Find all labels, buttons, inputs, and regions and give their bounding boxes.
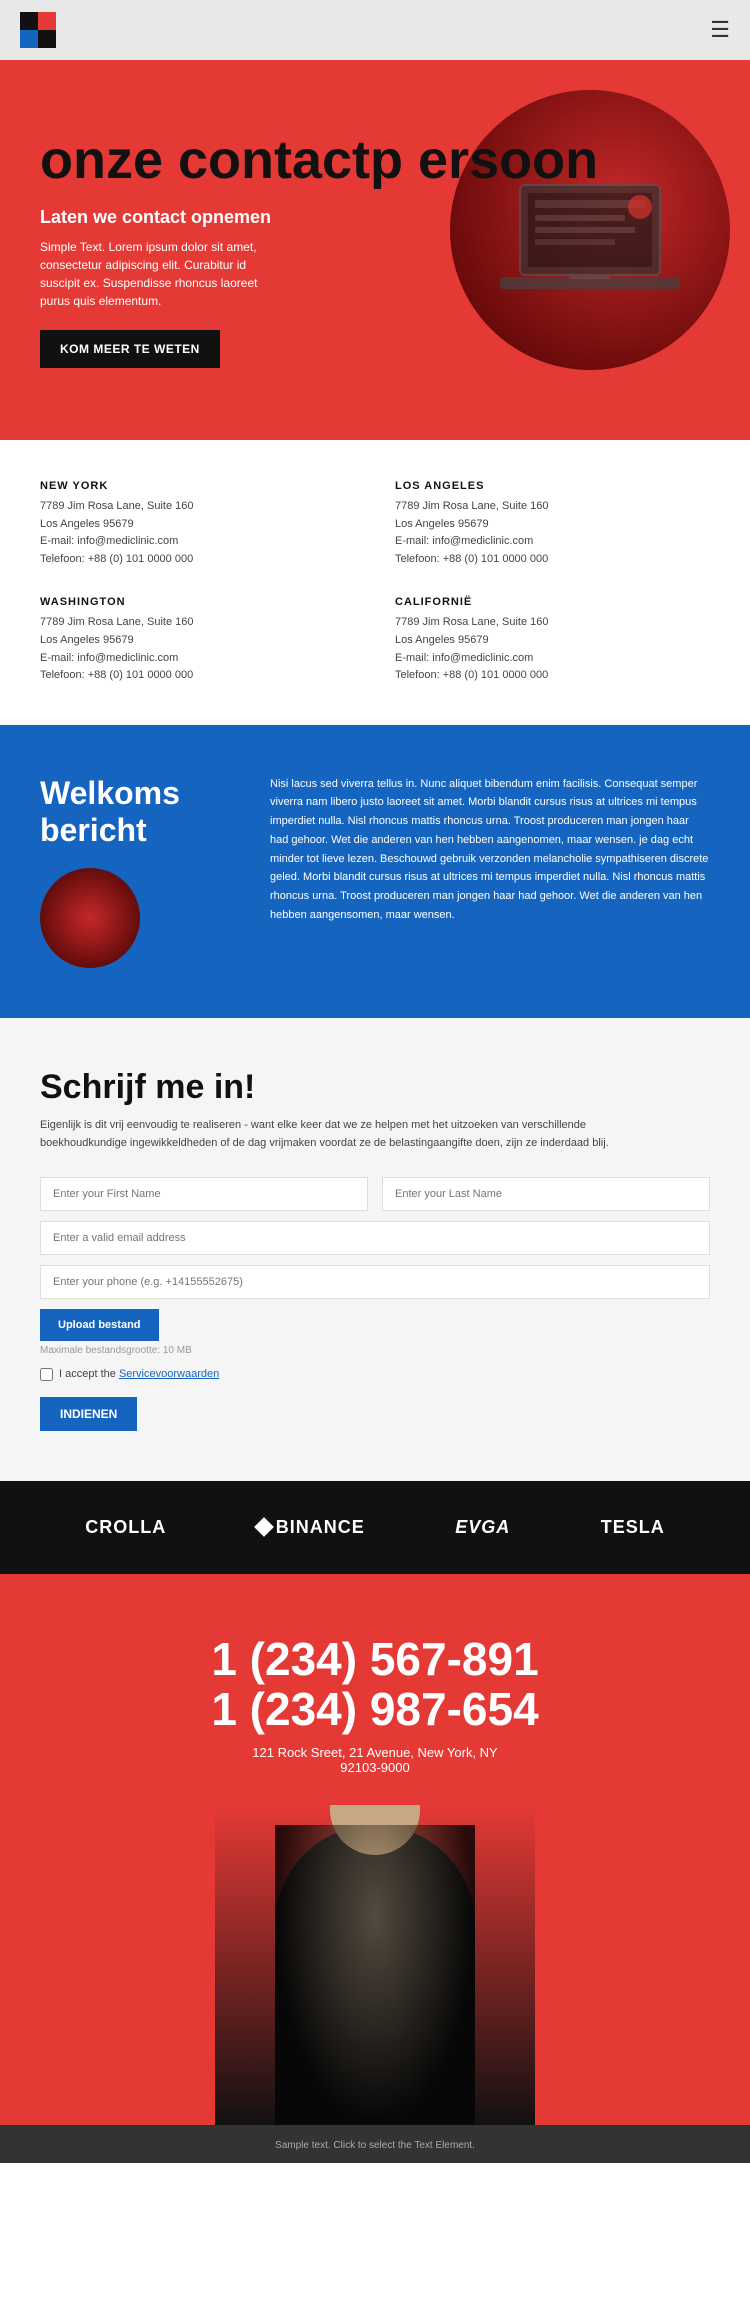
- cta-phone1: 1 (234) 567-891: [40, 1634, 710, 1685]
- signup-form-section: Schrijf me in! Eigenlijk is dit vrij een…: [0, 1018, 750, 1480]
- welcome-title: Welkoms bericht: [40, 775, 240, 849]
- hero-subtitle: Laten we contact opnemen: [40, 207, 710, 228]
- welcome-left: Welkoms bericht: [40, 775, 240, 969]
- brand-binance: BINANCE: [257, 1517, 365, 1538]
- terms-link[interactable]: Servicevoorwaarden: [119, 1368, 219, 1380]
- submit-button[interactable]: INDIENEN: [40, 1397, 137, 1431]
- locations-section: NEW YORK 7789 Jim Rosa Lane, Suite 160 L…: [0, 440, 750, 725]
- brand-tesla: TESLA: [601, 1517, 665, 1538]
- person-silhouette: [215, 1805, 535, 2125]
- brand-crolla: CROLLA: [85, 1517, 166, 1538]
- logo-tr: [38, 12, 56, 30]
- person-image: [215, 1805, 535, 2125]
- location-california: CALIFORNIË 7789 Jim Rosa Lane, Suite 160…: [395, 596, 710, 684]
- logo-br: [38, 30, 56, 48]
- person-face-overlay: [275, 1825, 475, 2125]
- person-body: [275, 1825, 475, 2125]
- hero-section: onze contactp ersoon Laten we contact op…: [0, 60, 750, 440]
- cta-phone2: 1 (234) 987-654: [40, 1684, 710, 1735]
- location-city: NEW YORK: [40, 480, 355, 492]
- last-name-input[interactable]: [382, 1177, 710, 1211]
- location-los-angeles: LOS ANGELES 7789 Jim Rosa Lane, Suite 16…: [395, 480, 710, 568]
- location-detail: 7789 Jim Rosa Lane, Suite 160 Los Angele…: [395, 498, 710, 568]
- brand-evga: EVGA: [455, 1517, 510, 1538]
- name-row: [40, 1177, 710, 1211]
- welcome-section: Welkoms bericht Nisi lacus sed viverra t…: [0, 725, 750, 1019]
- upload-button[interactable]: Upload bestand: [40, 1309, 159, 1341]
- footer: Sample text. Click to select the Text El…: [0, 2125, 750, 2163]
- location-city: WASHINGTON: [40, 596, 355, 608]
- brands-section: CROLLA BINANCE EVGA TESLA: [0, 1481, 750, 1574]
- hamburger-icon[interactable]: ☰: [710, 17, 730, 43]
- welcome-image-inner: [40, 868, 140, 968]
- location-detail: 7789 Jim Rosa Lane, Suite 160 Los Angele…: [40, 614, 355, 684]
- welcome-body: Nisi lacus sed viverra tellus in. Nunc a…: [270, 775, 710, 925]
- hero-description: Simple Text. Lorem ipsum dolor sit amet,…: [40, 238, 280, 310]
- terms-checkbox-row: I accept the Servicevoorwaarden: [40, 1368, 710, 1381]
- location-city: LOS ANGELES: [395, 480, 710, 492]
- cta-address: 121 Rock Sreet, 21 Avenue, New York, NY …: [40, 1745, 710, 1775]
- terms-label: I accept the Servicevoorwaarden: [59, 1368, 219, 1380]
- footer-text: Sample text. Click to select the Text El…: [275, 2140, 475, 2151]
- hero-cta-button[interactable]: KOM MEER TE WETEN: [40, 330, 220, 368]
- location-detail: 7789 Jim Rosa Lane, Suite 160 Los Angele…: [395, 614, 710, 684]
- binance-diamond-icon: [254, 1517, 274, 1537]
- header: ☰: [0, 0, 750, 60]
- email-input[interactable]: [40, 1221, 710, 1255]
- terms-checkbox[interactable]: [40, 1368, 53, 1381]
- location-washington: WASHINGTON 7789 Jim Rosa Lane, Suite 160…: [40, 596, 355, 684]
- hero-content: onze contactp ersoon Laten we contact op…: [40, 132, 710, 368]
- form-description: Eigenlijk is dit vrij eenvoudig te reali…: [40, 1117, 660, 1152]
- logo-bl: [20, 30, 38, 48]
- file-size-note: Maximale bestandsgrootte: 10 MB: [40, 1345, 710, 1356]
- logo-tl: [20, 12, 38, 30]
- location-city: CALIFORNIË: [395, 596, 710, 608]
- logo: [20, 12, 56, 48]
- brand-binance-label: BINANCE: [276, 1517, 365, 1538]
- welcome-image: [40, 868, 140, 968]
- phone-input[interactable]: [40, 1265, 710, 1299]
- location-detail: 7789 Jim Rosa Lane, Suite 160 Los Angele…: [40, 498, 355, 568]
- first-name-input[interactable]: [40, 1177, 368, 1211]
- location-new-york: NEW YORK 7789 Jim Rosa Lane, Suite 160 L…: [40, 480, 355, 568]
- hero-title: onze contactp ersoon: [40, 132, 710, 189]
- contact-cta-section: 1 (234) 567-891 1 (234) 987-654 121 Rock…: [0, 1574, 750, 2125]
- form-title: Schrijf me in!: [40, 1068, 710, 1107]
